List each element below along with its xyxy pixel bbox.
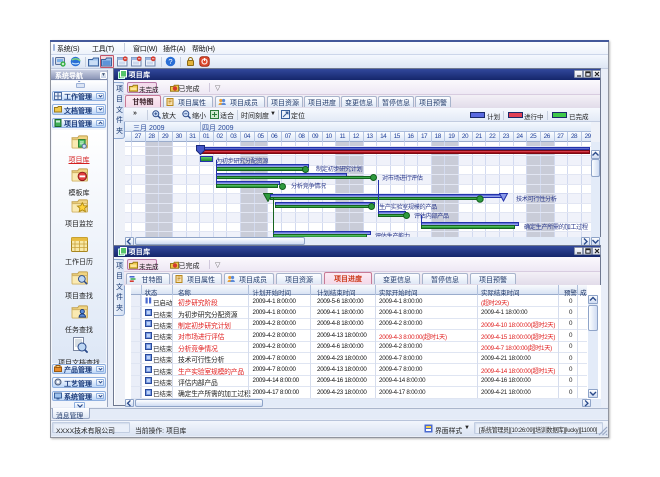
svg-text:?: ? [168,57,172,66]
